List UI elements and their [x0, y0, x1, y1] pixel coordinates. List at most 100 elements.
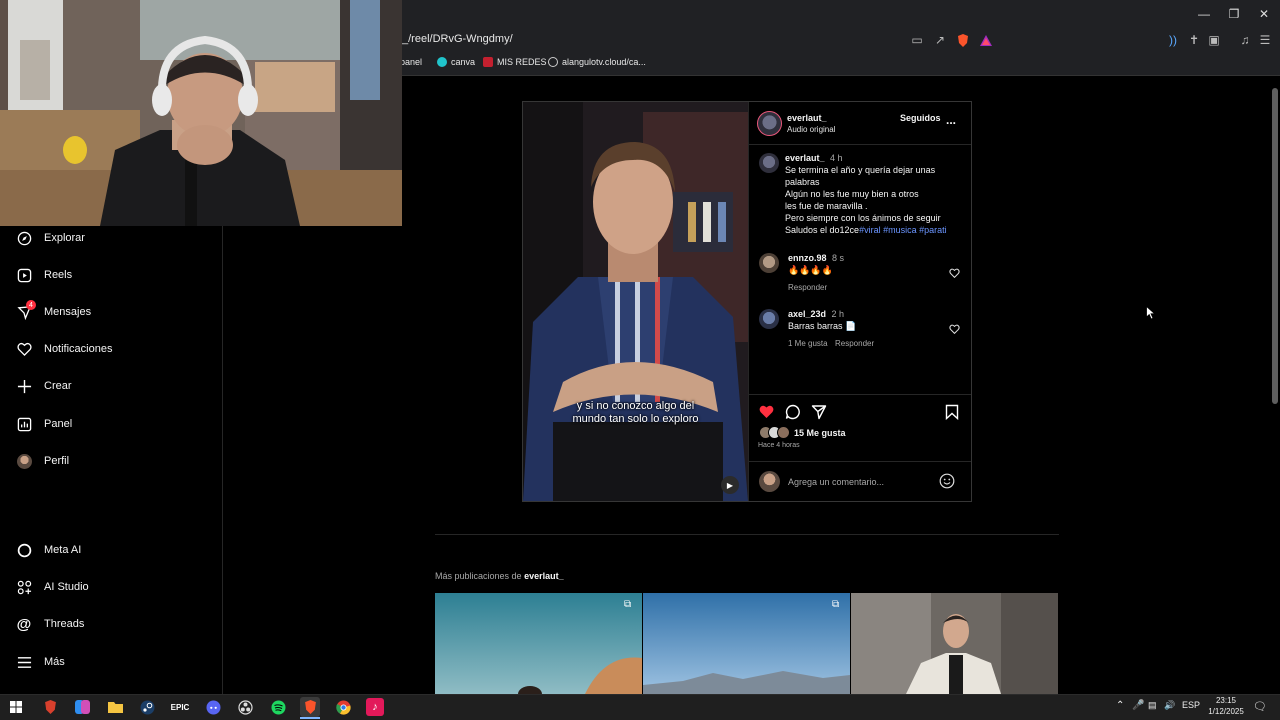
sidebar-item-mas[interactable]: Más: [16, 651, 65, 673]
notification-center-icon[interactable]: 🗨: [1253, 700, 1267, 713]
sidebar-item-threads[interactable]: @ Threads: [16, 613, 85, 635]
comment-avatar[interactable]: [759, 309, 779, 329]
comment-like-icon[interactable]: [949, 321, 960, 339]
caption-last-line: Saludos el do12ce#viral #musica #parati: [785, 225, 947, 235]
comment-input[interactable]: Agrega un comentario...: [788, 477, 884, 487]
microphone-icon[interactable]: 🎤: [1132, 700, 1144, 711]
sidebar-item-label: Notificaciones: [44, 343, 113, 355]
minimize-icon[interactable]: —: [1188, 0, 1220, 28]
caption-header: everlaut_ 4 h: [785, 153, 843, 163]
caption-hashtags[interactable]: #viral #musica #parati: [859, 225, 947, 235]
sidebar-item-reels[interactable]: Reels: [16, 264, 72, 286]
grid-post-2[interactable]: [643, 593, 850, 694]
mute-button[interactable]: ▶: [721, 476, 739, 494]
obs-icon[interactable]: [235, 697, 255, 717]
avatar: [777, 426, 790, 439]
sidebar-item-perfil[interactable]: Perfil: [16, 450, 69, 472]
heart-icon: [16, 341, 32, 357]
bookmark-alangulotv[interactable]: alangulotv.cloud/ca...: [548, 57, 646, 67]
like-count[interactable]: 15 Me gusta: [794, 428, 846, 438]
bookmark-mis-redes[interactable]: MIS REDES: [483, 57, 547, 67]
reel-video[interactable]: [523, 102, 748, 501]
following-button[interactable]: Seguidos: [900, 113, 941, 123]
sidebar-item-crear[interactable]: Crear: [16, 375, 72, 397]
caption-line: Pero siempre con los ánimos de seguir: [785, 213, 941, 223]
address-bar-url[interactable]: _/reel/DRvG-Wngdmy/: [402, 33, 513, 45]
grid-post-1[interactable]: [435, 593, 642, 694]
volume-icon[interactable]: 🔊: [1164, 700, 1175, 711]
file-explorer-icon[interactable]: [105, 697, 125, 717]
copilot-icon[interactable]: [72, 697, 92, 717]
author-username[interactable]: everlaut_: [787, 113, 827, 123]
video-frame-image: [523, 102, 748, 501]
restore-icon[interactable]: ❐: [1218, 0, 1250, 28]
threads-icon: @: [16, 615, 32, 633]
liker-avatars[interactable]: [759, 426, 794, 440]
share-icon[interactable]: ↗: [933, 33, 947, 47]
comment-username[interactable]: ennzo.98: [788, 253, 827, 263]
comment-text: Barras barras 📄: [788, 321, 857, 331]
caption-username[interactable]: everlaut_: [785, 153, 825, 163]
reply-button[interactable]: Responder: [835, 339, 874, 348]
bookmark-canva[interactable]: canva: [437, 57, 475, 67]
brave-rewards-icon[interactable]: [979, 33, 993, 47]
tiktok-icon[interactable]: ♪: [366, 698, 384, 716]
sidebar-item-label: Threads: [44, 618, 85, 630]
network-icon[interactable]: ▤: [1148, 700, 1157, 711]
defender-icon[interactable]: [40, 697, 60, 717]
comment-username[interactable]: axel_23d: [788, 309, 826, 319]
browser-menu-icon[interactable]: ☰: [1258, 33, 1272, 47]
cast-icon[interactable]: ▭: [910, 33, 924, 47]
author-avatar[interactable]: [757, 111, 782, 136]
sidebar-item-panel[interactable]: Panel: [16, 413, 72, 435]
windows-start-icon[interactable]: [6, 697, 26, 717]
media-icon[interactable]: ♫: [1238, 33, 1252, 47]
sidebar-item-label: Crear: [44, 380, 72, 392]
sidebar-item-ai-studio[interactable]: AI Studio: [16, 576, 89, 598]
comment-bubble-icon: [785, 404, 801, 424]
bookmark-app-icon: [483, 57, 493, 67]
scrollbar-thumb[interactable]: [1272, 88, 1278, 404]
spotify-icon[interactable]: [268, 697, 288, 717]
reply-button[interactable]: Responder: [788, 283, 827, 292]
sidebar-toggle-icon[interactable]: ▣: [1207, 33, 1221, 47]
brave-browser-icon[interactable]: [300, 697, 320, 717]
sidebar-item-notificaciones[interactable]: Notificaciones: [16, 338, 112, 360]
chart-icon: [16, 416, 32, 432]
comment-avatar[interactable]: [759, 253, 779, 273]
more-posts-user[interactable]: everlaut_: [524, 571, 564, 581]
divider: [435, 534, 1059, 535]
share-button[interactable]: [811, 404, 827, 425]
audio-playing-icon[interactable]: )): [1166, 33, 1180, 47]
grid-post-3[interactable]: [851, 593, 1058, 694]
webcam-image: [0, 0, 402, 226]
save-button[interactable]: [945, 404, 959, 425]
bookmark-label: MIS REDES: [497, 57, 547, 67]
tray-overflow-icon[interactable]: ⌃: [1116, 700, 1124, 711]
caption-text: Saludos el do12ce: [785, 225, 860, 235]
discord-icon[interactable]: [203, 697, 223, 717]
steam-icon[interactable]: [137, 697, 157, 717]
sidebar-item-explorar[interactable]: Explorar: [16, 227, 85, 249]
audio-label[interactable]: Audio original: [787, 125, 835, 134]
clock[interactable]: 23:15 1/12/2025: [1204, 695, 1248, 717]
comment-header: ennzo.98 8 s: [788, 253, 844, 263]
close-icon[interactable]: ✕: [1248, 0, 1280, 28]
webcam-overlay: [0, 0, 402, 226]
epic-games-icon[interactable]: EPIC: [170, 697, 190, 717]
like-button[interactable]: [758, 404, 775, 424]
extensions-icon[interactable]: ✝: [1187, 33, 1201, 47]
emoji-icon[interactable]: [939, 473, 955, 494]
input-language[interactable]: ESP: [1182, 700, 1200, 710]
sidebar-item-label: Panel: [44, 418, 73, 430]
comment-likes[interactable]: 1 Me gusta: [788, 339, 828, 348]
meta-ai-icon: [16, 542, 32, 558]
brave-shield-icon[interactable]: [956, 33, 970, 47]
chrome-icon[interactable]: [333, 697, 353, 717]
comment-button[interactable]: [785, 404, 801, 425]
caption-avatar[interactable]: [759, 153, 779, 173]
comment-like-icon[interactable]: [949, 265, 960, 283]
more-options-icon[interactable]: ...: [946, 113, 956, 127]
bookmark-panel[interactable]: panel: [400, 57, 422, 67]
sidebar-item-meta-ai[interactable]: Meta AI: [16, 539, 81, 561]
